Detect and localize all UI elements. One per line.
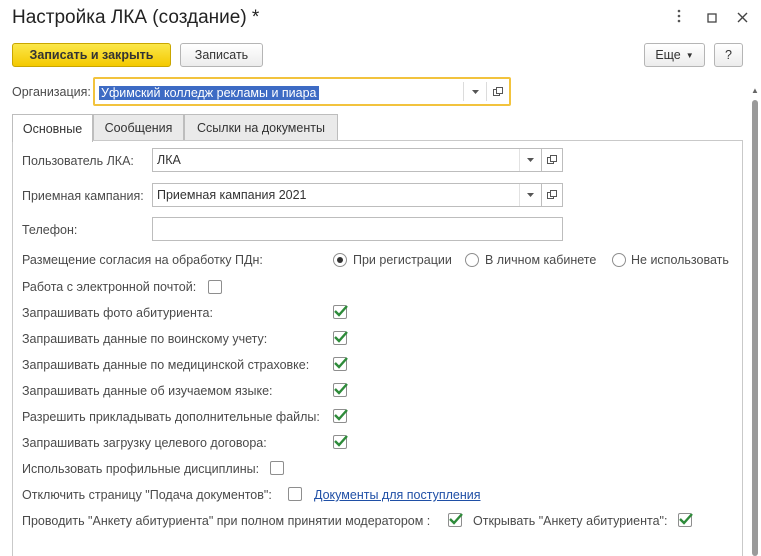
consent-option-cabinet[interactable]: В личном кабинете [485, 253, 596, 267]
chevron-down-icon: ▼ [685, 50, 694, 60]
more-vertical-icon[interactable] [670, 9, 688, 27]
checkmark-icon [334, 331, 348, 343]
user-label: Пользователь ЛКА: [22, 154, 134, 168]
insurance-label: Запрашивать данные по медицинской страхо… [22, 358, 310, 372]
insurance-checkbox[interactable] [333, 357, 348, 371]
conduct-questionnaire-label: Проводить "Анкету абитуриента" при полно… [22, 514, 431, 528]
phone-field[interactable] [152, 217, 563, 241]
checkmark-icon [679, 513, 693, 525]
email-label: Работа с электронной почтой: [22, 280, 197, 294]
disable-page-label: Отключить страницу "Подача документов": [22, 488, 272, 502]
vertical-scrollbar[interactable] [752, 100, 758, 556]
checkmark-icon [334, 305, 348, 317]
military-label: Запрашивать данные по воинскому учету: [22, 332, 268, 346]
open-icon [547, 190, 557, 199]
maximize-icon[interactable] [703, 9, 721, 27]
consent-radio-cabinet[interactable] [465, 253, 479, 267]
help-button[interactable]: ? [714, 43, 743, 67]
user-open-button[interactable] [541, 148, 563, 172]
checkmark-icon [334, 435, 348, 447]
scroll-up-icon[interactable]: ▲ [750, 86, 760, 96]
organization-dropdown-button[interactable] [465, 82, 485, 101]
save-button[interactable]: Записать [180, 43, 263, 67]
documents-link[interactable]: Документы для поступления [314, 488, 481, 502]
close-icon[interactable] [733, 9, 751, 27]
checkmark-icon [334, 357, 348, 369]
military-checkbox[interactable] [333, 331, 348, 345]
disable-page-checkbox[interactable] [288, 487, 302, 501]
checkmark-icon [334, 409, 348, 421]
open-questionnaire-label: Открывать "Анкету абитуриента": [473, 514, 668, 528]
open-icon [493, 86, 503, 96]
chevron-down-icon [471, 89, 479, 94]
phone-label: Телефон: [22, 223, 78, 237]
extra-files-checkbox[interactable] [333, 409, 348, 423]
tab-main[interactable]: Основные [12, 114, 93, 142]
campaign-value[interactable]: Приемная кампания 2021 [153, 188, 519, 202]
more-actions-button[interactable]: Еще ▼ [644, 43, 705, 67]
consent-radio-registration[interactable] [333, 253, 347, 267]
chevron-down-icon [527, 193, 534, 197]
checkmark-icon [449, 513, 463, 525]
tab-messages[interactable]: Сообщения [93, 114, 184, 141]
open-icon [547, 155, 557, 164]
target-contract-label: Запрашивать загрузку целевого договора: [22, 436, 267, 450]
language-checkbox[interactable] [333, 383, 348, 397]
language-label: Запрашивать данные об изучаемом языке: [22, 384, 273, 398]
consent-label: Размещение согласия на обработку ПДн: [22, 253, 263, 267]
user-field[interactable]: ЛКА [152, 148, 542, 172]
consent-radio-none[interactable] [612, 253, 626, 267]
organization-field[interactable]: Уфимский колледж рекламы и пиара [93, 77, 511, 106]
chevron-down-icon [527, 158, 534, 162]
organization-open-button[interactable] [488, 82, 508, 101]
email-checkbox[interactable] [208, 280, 222, 294]
photo-checkbox[interactable] [333, 305, 348, 319]
user-dropdown-button[interactable] [519, 149, 541, 171]
consent-option-none[interactable]: Не использовать [631, 253, 729, 267]
extra-files-label: Разрешить прикладывать дополнительные фа… [22, 410, 320, 424]
save-and-close-button[interactable]: Записать и закрыть [12, 43, 171, 67]
profile-disciplines-checkbox[interactable] [270, 461, 284, 475]
consent-option-registration[interactable]: При регистрации [353, 253, 452, 267]
campaign-open-button[interactable] [541, 183, 563, 207]
campaign-label: Приемная кампания: [22, 189, 144, 203]
profile-disciplines-label: Использовать профильные дисциплины: [22, 462, 260, 476]
more-actions-label: Еще [655, 48, 681, 62]
tab-document-links[interactable]: Ссылки на документы [184, 114, 338, 141]
open-questionnaire-checkbox[interactable] [678, 513, 693, 527]
target-contract-checkbox[interactable] [333, 435, 348, 449]
photo-label: Запрашивать фото абитуриента: [22, 306, 213, 320]
conduct-questionnaire-checkbox[interactable] [448, 513, 463, 527]
window-title: Настройка ЛКА (создание) * [12, 7, 260, 28]
user-value[interactable]: ЛКА [153, 153, 519, 167]
checkmark-icon [334, 383, 348, 395]
organization-label: Организация: [12, 85, 91, 99]
campaign-field[interactable]: Приемная кампания 2021 [152, 183, 542, 207]
organization-value[interactable]: Уфимский колледж рекламы и пиара [99, 85, 319, 100]
campaign-dropdown-button[interactable] [519, 184, 541, 206]
